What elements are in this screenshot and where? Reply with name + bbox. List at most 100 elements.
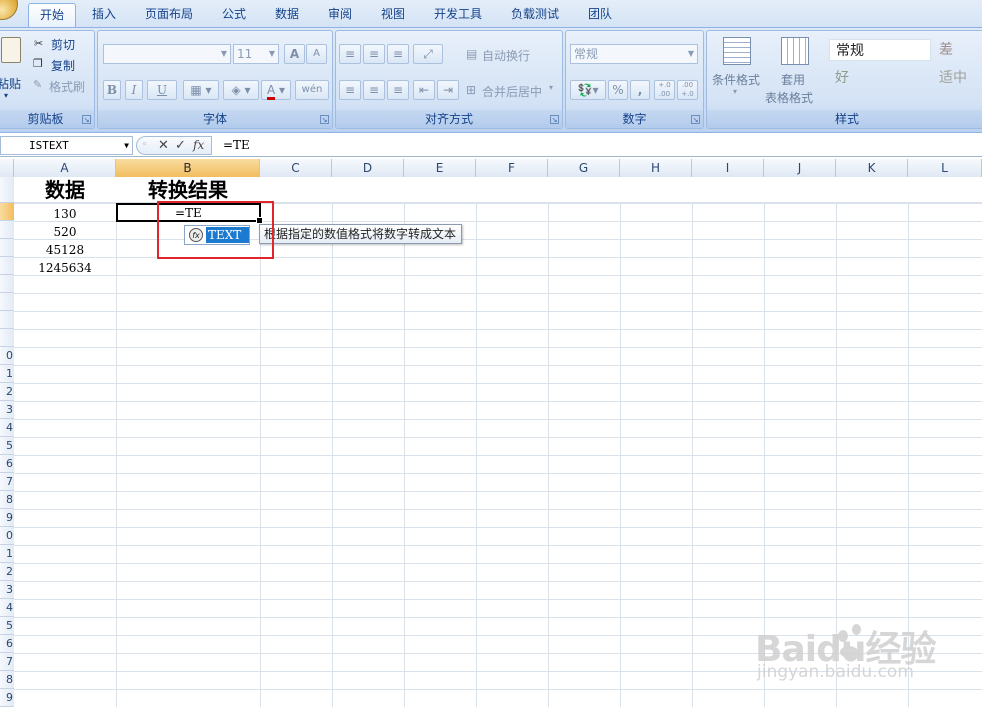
alignment-launcher-icon[interactable]: ↘ <box>550 115 559 124</box>
decrease-indent-button[interactable]: ⇤ <box>413 80 435 100</box>
chevron-down-icon[interactable]: ▼ <box>124 137 129 154</box>
row-header[interactable]: 6 <box>0 455 14 473</box>
column-header-j[interactable]: J <box>764 159 836 177</box>
row-header[interactable]: 5 <box>0 437 14 455</box>
row-header[interactable] <box>0 239 14 257</box>
font-size-combo[interactable]: 11 ▼ <box>233 44 279 64</box>
row-header[interactable]: 8 <box>0 671 14 689</box>
tab-page-layout[interactable]: 页面布局 <box>138 3 200 27</box>
select-all-corner[interactable] <box>0 159 14 177</box>
align-left-button[interactable]: ≡ <box>339 80 361 100</box>
italic-button[interactable]: I <box>125 80 143 100</box>
row-header[interactable] <box>0 203 14 221</box>
cut-button[interactable]: 剪切 <box>51 36 75 53</box>
percent-button[interactable]: % <box>608 80 628 100</box>
column-header-h[interactable]: H <box>620 159 692 177</box>
align-top-button[interactable]: ≡ <box>339 44 361 64</box>
number-format-combo[interactable]: 常规 ▼ <box>570 44 698 64</box>
paste-dropdown-icon[interactable]: ▾ <box>4 91 8 100</box>
row-header[interactable] <box>0 311 14 329</box>
row-header[interactable] <box>0 257 14 275</box>
borders-button[interactable]: ▦ ▾ <box>183 80 219 100</box>
row-header[interactable]: 1 <box>0 365 14 383</box>
tab-review[interactable]: 审阅 <box>318 3 362 27</box>
row-header[interactable]: 1 <box>0 545 14 563</box>
tab-home[interactable]: 开始 <box>28 3 76 28</box>
increase-indent-button[interactable]: ⇥ <box>437 80 459 100</box>
row-header[interactable]: 0 <box>0 347 14 365</box>
column-header-i[interactable]: I <box>692 159 764 177</box>
style-normal[interactable]: 常规 <box>829 39 931 61</box>
row-header[interactable]: 0 <box>0 527 14 545</box>
clipboard-launcher-icon[interactable]: ↘ <box>82 115 91 124</box>
format-painter-button[interactable]: 格式刷 <box>49 78 85 95</box>
row-header[interactable]: 9 <box>0 509 14 527</box>
font-launcher-icon[interactable]: ↘ <box>320 115 329 124</box>
office-button[interactable] <box>0 0 18 20</box>
number-launcher-icon[interactable]: ↘ <box>691 115 700 124</box>
collapse-icon[interactable]: ◦ <box>142 137 147 154</box>
font-name-combo[interactable]: ▼ <box>103 44 231 64</box>
row-header[interactable] <box>0 221 14 239</box>
column-header-k[interactable]: K <box>836 159 908 177</box>
column-header-b[interactable]: B <box>116 159 260 177</box>
tab-view[interactable]: 视图 <box>371 3 415 27</box>
merge-center-button[interactable]: 合并后居中 <box>482 83 542 100</box>
column-header-e[interactable]: E <box>404 159 476 177</box>
column-header-c[interactable]: C <box>260 159 332 177</box>
formula-input[interactable]: =TE <box>215 136 982 155</box>
phonetic-button[interactable]: wén <box>295 80 329 100</box>
accounting-format-button[interactable]: 💱▾ <box>570 80 606 100</box>
table-format-button[interactable]: 套用 <box>781 71 805 88</box>
row-header[interactable] <box>0 293 14 311</box>
column-header-l[interactable]: L <box>908 159 982 177</box>
tab-data[interactable]: 数据 <box>265 3 309 27</box>
column-header-a[interactable]: A <box>14 159 116 177</box>
row-header[interactable]: 4 <box>0 599 14 617</box>
paste-icon[interactable] <box>1 37 21 63</box>
row-header[interactable]: 5 <box>0 617 14 635</box>
row-header[interactable] <box>0 177 14 203</box>
style-neutral[interactable]: 适中 <box>933 67 982 89</box>
tab-team[interactable]: 团队 <box>578 3 622 27</box>
orientation-button[interactable]: ⤢ <box>413 44 443 64</box>
align-bottom-button[interactable]: ≡ <box>387 44 409 64</box>
grow-font-button[interactable]: A <box>284 44 305 64</box>
bold-button[interactable]: B <box>103 80 121 100</box>
fill-color-button[interactable]: ◈ ▾ <box>223 80 259 100</box>
shrink-font-button[interactable]: A <box>306 44 327 64</box>
row-header[interactable]: 3 <box>0 401 14 419</box>
row-header[interactable]: 2 <box>0 383 14 401</box>
row-header[interactable]: 3 <box>0 581 14 599</box>
cell-a3[interactable]: 520 <box>14 223 116 241</box>
align-right-button[interactable]: ≡ <box>387 80 409 100</box>
conditional-format-button[interactable]: 条件格式 <box>712 71 760 88</box>
row-header[interactable]: 8 <box>0 491 14 509</box>
conditional-format-icon[interactable] <box>723 37 751 65</box>
tab-formulas[interactable]: 公式 <box>212 3 256 27</box>
cell-a5[interactable]: 1245634 <box>14 259 116 277</box>
tab-developer[interactable]: 开发工具 <box>426 3 490 27</box>
enter-icon[interactable]: ✓ <box>175 137 186 154</box>
cell-b1[interactable]: 转换结果 <box>116 177 260 203</box>
tab-load-test[interactable]: 负载测试 <box>503 3 567 27</box>
align-middle-button[interactable]: ≡ <box>363 44 385 64</box>
row-header[interactable]: 6 <box>0 635 14 653</box>
row-header[interactable]: 2 <box>0 563 14 581</box>
cell-a4[interactable]: 45128 <box>14 241 116 259</box>
underline-button[interactable]: U <box>147 80 177 100</box>
row-header[interactable] <box>0 275 14 293</box>
cell-a1[interactable]: 数据 <box>14 177 116 203</box>
cell-a2[interactable]: 130 <box>14 205 116 223</box>
decrease-decimal-button[interactable]: .00 +.0 <box>677 80 698 100</box>
style-good[interactable]: 好 <box>829 67 931 89</box>
font-color-button[interactable]: A ▾ <box>261 80 291 100</box>
column-header-d[interactable]: D <box>332 159 404 177</box>
tab-insert[interactable]: 插入 <box>82 3 126 27</box>
name-box[interactable]: ISTEXT ▼ <box>0 136 133 155</box>
row-header[interactable]: 7 <box>0 473 14 491</box>
cancel-icon[interactable]: ✕ <box>158 137 169 154</box>
insert-function-icon[interactable]: fx <box>193 137 204 154</box>
row-header[interactable] <box>0 329 14 347</box>
wrap-text-button[interactable]: 自动换行 <box>482 47 530 64</box>
